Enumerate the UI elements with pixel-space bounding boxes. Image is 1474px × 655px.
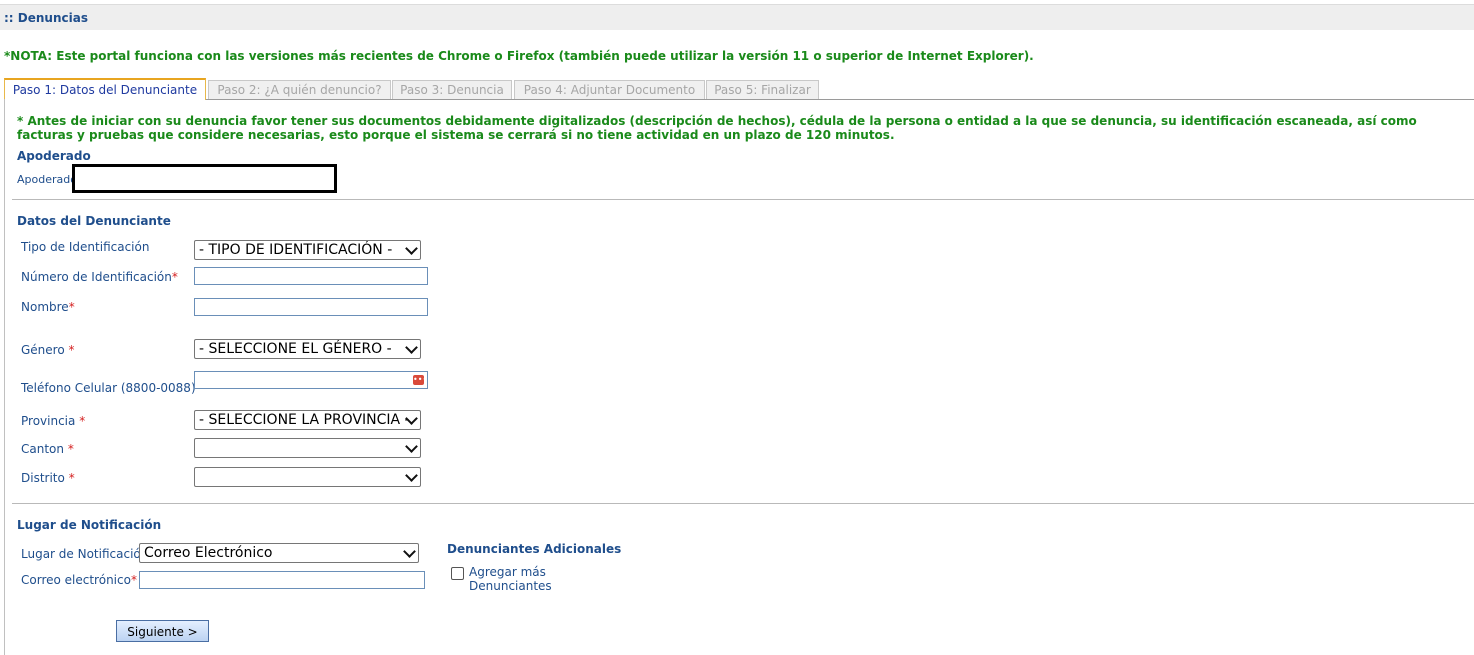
required-mark: * [68,471,75,485]
provincia-text: Provincia [21,414,76,428]
correo-label: Correo electrónico* [21,573,137,587]
distrito-select[interactable] [194,467,421,487]
chevron-down-icon [403,545,416,558]
documents-warning: * Antes de iniciar con su denuncia favor… [17,114,1417,142]
chevron-down-icon [405,242,418,255]
page-header-bar: :: Denuncias [0,4,1474,30]
tipo-identificacion-value: - TIPO DE IDENTIFICACIÓN - [199,242,393,258]
telefono-label: Teléfono Celular (8800-0088) * [21,381,205,395]
lugar-notificacion-select[interactable]: Correo Electrónico [139,543,419,563]
distrito-label: Distrito * [21,471,75,485]
provincia-label: Provincia * [21,414,85,428]
provincia-select[interactable]: - SELECCIONE LA PROVINCIA - [194,410,421,430]
section-apoderado: Apoderado [17,149,91,163]
required-mark: * [130,573,137,587]
genero-select[interactable]: - SELECCIONE EL GÉNERO - [194,339,421,359]
next-button[interactable]: Siguiente > [116,620,209,642]
lugar-notificacion-label: Lugar de Notificación [21,547,149,561]
canton-text: Canton [21,442,64,456]
section-denunciantes-adicionales: Denunciantes Adicionales [447,542,622,556]
provincia-value: - SELECCIONE LA PROVINCIA - [199,412,410,428]
apoderado-label: Apoderado [17,173,77,186]
nombre-label: Nombre* [21,300,75,314]
genero-label: Género * [21,343,75,357]
numero-identificacion-text: Número de Identificación [21,270,172,284]
canton-select[interactable] [194,438,421,458]
telefono-text: Teléfono Celular (8800-0088) [21,381,196,395]
genero-text: Género [21,343,65,357]
required-mark: * [79,414,86,428]
required-mark: * [171,270,178,284]
tab-paso-1[interactable]: Paso 1: Datos del Denunciante [4,78,206,100]
lugar-notificacion-value: Correo Electrónico [144,545,273,561]
agregar-denunciantes-checkbox[interactable] [451,567,464,580]
telefono-input[interactable]: ••• [194,371,428,389]
divider-1 [12,199,1474,200]
numero-identificacion-label: Número de Identificación* [21,270,178,284]
tab-paso-2[interactable]: Paso 2: ¿A quién denuncio? [208,80,391,99]
panel-border [4,99,5,655]
tab-paso-4[interactable]: Paso 4: Adjuntar Documento [514,80,705,99]
agregar-denunciantes-label: Agregar más Denunciantes [469,565,552,593]
agregar-label-line-1: Agregar más [469,565,546,579]
page-title: :: Denuncias [4,11,88,25]
divider-2 [12,503,1474,504]
required-mark: * [67,442,74,456]
required-mark: * [68,300,75,314]
tipo-identificacion-label: Tipo de Identificación [21,240,150,254]
autofill-key-icon[interactable]: ••• [413,375,427,385]
chevron-down-icon [405,469,418,482]
chevron-down-icon [405,341,418,354]
nombre-input[interactable] [194,298,428,316]
required-mark: * [68,343,75,357]
tab-divider [206,99,1474,100]
nombre-text: Nombre [21,300,69,314]
tipo-identificacion-select[interactable]: - TIPO DE IDENTIFICACIÓN - [194,240,421,260]
numero-identificacion-input[interactable] [194,267,428,285]
genero-value: - SELECCIONE EL GÉNERO - [199,341,392,357]
browser-note: *NOTA: Este portal funciona con las vers… [4,49,1034,63]
section-lugar-notificacion: Lugar de Notificación [17,518,162,532]
tab-paso-5[interactable]: Paso 5: Finalizar [706,80,819,99]
agregar-label-line-2: Denunciantes [469,579,552,593]
distrito-text: Distrito [21,471,65,485]
correo-input[interactable] [139,571,425,589]
tab-paso-3[interactable]: Paso 3: Denuncia [392,80,512,99]
correo-text: Correo electrónico [21,573,131,587]
apoderado-redacted-box [72,164,337,193]
section-datos-denunciante: Datos del Denunciante [17,214,171,228]
chevron-down-icon [405,440,418,453]
canton-label: Canton * [21,442,74,456]
